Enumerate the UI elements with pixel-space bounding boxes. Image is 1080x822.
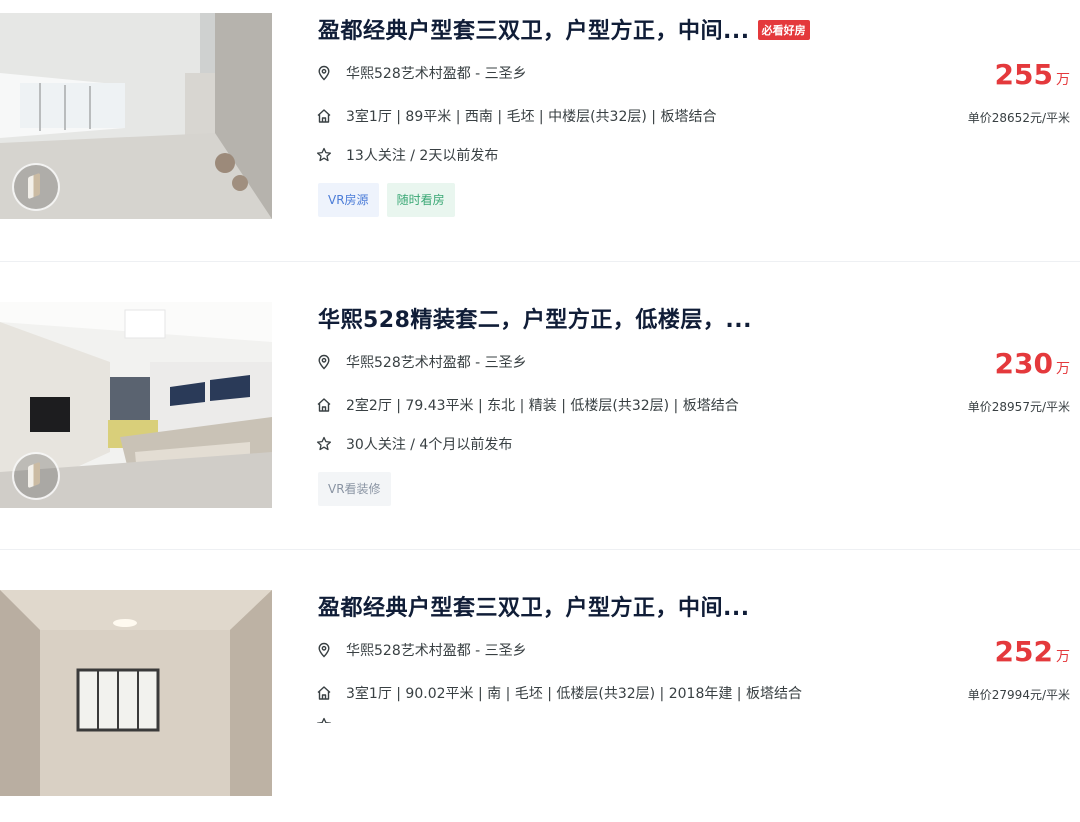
location-row: 华熙528艺术村盈都 - 三圣乡 (316, 63, 527, 83)
listing-photo[interactable] (0, 13, 272, 219)
listing-title-text[interactable]: 盈都经典户型套三双卫，户型方正，中间... (318, 596, 750, 621)
listing-card[interactable]: 盈都经典户型套三双卫，户型方正，中间... 必看好房 华熙528艺术村盈都 - 三… (0, 13, 1080, 245)
listing-title[interactable]: 华熙528精装套二，户型方正，低楼层，... (318, 302, 752, 334)
divider (0, 549, 1080, 550)
details-row: 3室1厅 | 90.02平米 | 南 | 毛坯 | 低楼层(共32层) | 20… (316, 683, 802, 703)
total-price: 230 万 (995, 347, 1070, 380)
divider (0, 261, 1080, 262)
total-price: 255 万 (995, 58, 1070, 91)
price-unit: 万 (1056, 649, 1070, 665)
house-icon (316, 397, 332, 413)
location-text[interactable]: 华熙528艺术村盈都 - 三圣乡 (346, 352, 527, 372)
vr-badge-icon[interactable] (12, 452, 60, 500)
listing-title-text[interactable]: 盈都经典户型套三双卫，户型方正，中间... (318, 19, 750, 44)
listing-card[interactable]: 华熙528精装套二，户型方正，低楼层，... 华熙528艺术村盈都 - 三圣乡 … (0, 302, 1080, 534)
follow-row (316, 717, 346, 723)
price-value: 255 (994, 58, 1053, 91)
star-icon (316, 436, 332, 452)
price-unit: 万 (1056, 361, 1070, 377)
listing-title[interactable]: 盈都经典户型套三双卫，户型方正，中间... 必看好房 (318, 13, 810, 45)
details-text: 3室1厅 | 90.02平米 | 南 | 毛坯 | 低楼层(共32层) | 20… (346, 686, 802, 702)
location-pin-icon (316, 642, 332, 658)
star-icon (316, 147, 332, 163)
unit-price: 单价27994元/平米 (967, 688, 1070, 702)
house-icon (316, 108, 332, 124)
price-unit: 万 (1056, 72, 1070, 88)
details-row: 2室2厅 | 79.43平米 | 东北 | 精装 | 低楼层(共32层) | 板… (316, 395, 739, 415)
listing-photo[interactable] (0, 590, 272, 796)
listing-photo[interactable] (0, 302, 272, 508)
location-text[interactable]: 华熙528艺术村盈都 - 三圣乡 (346, 640, 527, 660)
details-row: 3室1厅 | 89平米 | 西南 | 毛坯 | 中楼层(共32层) | 板塔结合 (316, 106, 716, 126)
location-pin-icon (316, 65, 332, 81)
price-value: 252 (994, 635, 1053, 668)
visit-anytime-tag: 随时看房 (386, 183, 455, 217)
tag-list: VR房源 随时看房 (318, 183, 455, 217)
listing-title[interactable]: 盈都经典户型套三双卫，户型方正，中间... (318, 590, 750, 622)
unit-price: 单价28957元/平米 (967, 400, 1070, 414)
listing-card[interactable]: 盈都经典户型套三双卫，户型方正，中间... 华熙528艺术村盈都 - 三圣乡 3… (0, 590, 1080, 822)
vr-tag: VR房源 (318, 183, 379, 217)
vr-badge-icon[interactable] (12, 163, 60, 211)
total-price: 252 万 (995, 635, 1070, 668)
details-text: 2室2厅 | 79.43平米 | 东北 | 精装 | 低楼层(共32层) | 板… (346, 398, 739, 414)
location-row: 华熙528艺术村盈都 - 三圣乡 (316, 640, 527, 660)
tag-list: VR看装修 (318, 472, 391, 506)
follow-text: 13人关注 / 2天以前发布 (346, 148, 499, 164)
location-pin-icon (316, 354, 332, 370)
must-see-badge: 必看好房 (757, 20, 810, 40)
follow-text: 30人关注 / 4个月以前发布 (346, 437, 513, 453)
house-icon (316, 685, 332, 701)
follow-row: 13人关注 / 2天以前发布 (316, 145, 498, 165)
location-text[interactable]: 华熙528艺术村盈都 - 三圣乡 (346, 63, 527, 83)
price-value: 230 (994, 347, 1053, 380)
vr-decoration-tag: VR看装修 (318, 472, 391, 506)
location-row: 华熙528艺术村盈都 - 三圣乡 (316, 352, 527, 372)
unit-price: 单价28652元/平米 (967, 111, 1070, 125)
star-icon (316, 717, 332, 723)
follow-row: 30人关注 / 4个月以前发布 (316, 434, 512, 454)
listing-title-text[interactable]: 华熙528精装套二，户型方正，低楼层，... (318, 308, 752, 333)
details-text: 3室1厅 | 89平米 | 西南 | 毛坯 | 中楼层(共32层) | 板塔结合 (346, 109, 717, 125)
